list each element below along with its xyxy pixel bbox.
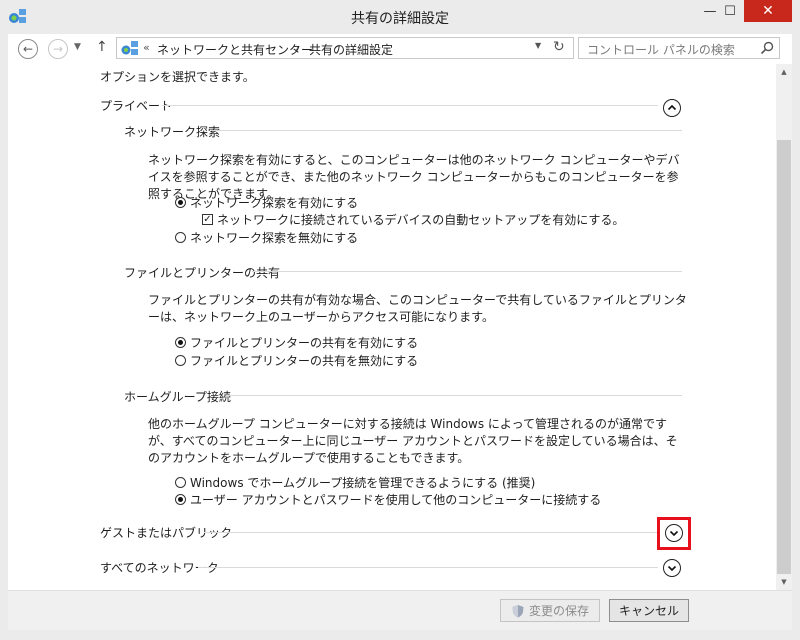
radio-file-sharing-on[interactable]: ファイルとプリンターの共有を有効にする	[175, 334, 418, 351]
radio-selected-icon[interactable]	[175, 337, 186, 348]
uac-shield-icon	[512, 604, 524, 617]
back-button[interactable]: ←	[18, 39, 38, 59]
checkbox-auto-setup[interactable]: ✓ ネットワークに接続されているデバイスの自動セットアップを有効にする。	[202, 211, 624, 228]
chevron-down-icon[interactable]: ▼	[535, 41, 541, 50]
window-frame-left	[0, 34, 8, 632]
radio-homegroup-windows[interactable]: Windows でホームグループ接続を管理できるようにする (推奨)	[175, 474, 535, 491]
file-printer-sharing-title: ファイルとプリンターの共有	[124, 266, 281, 280]
radio-network-discovery-on[interactable]: ネットワーク探索を有効にする	[175, 194, 358, 211]
refresh-icon[interactable]: ↻	[553, 39, 565, 55]
navigation-bar: ← → ▼ ↑ « ネットワークと共有センター › 共有の詳細設定 ▼ ↻ コン…	[8, 34, 792, 64]
radio-label: ネットワーク探索を無効にする	[190, 231, 359, 245]
chevron-up-icon	[667, 104, 677, 111]
scrollbar-thumb[interactable]	[777, 140, 791, 574]
divider	[204, 532, 658, 533]
divider	[226, 395, 682, 396]
expand-all-networks-button[interactable]	[663, 559, 681, 577]
breadcrumb-item-network-center[interactable]: ネットワークと共有センター	[157, 41, 313, 58]
radio-label: ネットワーク探索を有効にする	[190, 196, 359, 210]
chevron-down-icon	[667, 565, 677, 572]
homegroup-title: ホームグループ接続	[124, 390, 231, 404]
cancel-button-label: キャンセル	[618, 604, 679, 618]
chevron-down-icon	[669, 530, 679, 537]
divider	[252, 271, 682, 272]
search-input[interactable]: コントロール パネルの検索	[578, 37, 780, 59]
divider	[162, 105, 658, 106]
breadcrumb-overflow[interactable]: «	[143, 41, 150, 54]
radio-label: ユーザー アカウントとパスワードを使用して他のコンピューターに接続する	[190, 493, 602, 507]
recent-locations-icon[interactable]: ▼	[74, 42, 81, 52]
search-placeholder: コントロール パネルの検索	[587, 43, 735, 57]
radio-label: Windows でホームグループ接続を管理できるようにする (推奨)	[190, 476, 536, 490]
window-frame-bottom	[0, 630, 800, 640]
radio-unselected-icon[interactable]	[175, 477, 186, 488]
scroll-down-arrow-icon[interactable]: ▼	[776, 574, 792, 590]
radio-network-discovery-off[interactable]: ネットワーク探索を無効にする	[175, 229, 358, 246]
radio-selected-icon[interactable]	[175, 494, 186, 505]
maximize-button[interactable]: ☐	[716, 0, 744, 22]
intro-text: オプションを選択できます。	[100, 70, 255, 84]
divider	[212, 130, 682, 131]
save-button-label: 変更の保存	[528, 604, 589, 618]
save-changes-button[interactable]: 変更の保存	[500, 599, 600, 622]
radio-unselected-icon[interactable]	[175, 232, 186, 243]
network-center-icon	[121, 41, 138, 55]
settings-content: オプションを選択できます。 プライベート ネットワーク探索 ネットワーク探索を有…	[8, 64, 776, 590]
radio-label: ファイルとプリンターの共有を有効にする	[190, 336, 419, 350]
collapse-private-button[interactable]	[663, 99, 681, 117]
radio-homegroup-accounts[interactable]: ユーザー アカウントとパスワードを使用して他のコンピューターに接続する	[175, 491, 601, 508]
file-printer-sharing-description: ファイルとプリンターの共有が有効な場合、このコンピューターで共有しているファイル…	[148, 293, 687, 324]
radio-file-sharing-off[interactable]: ファイルとプリンターの共有を無効にする	[175, 352, 418, 369]
homegroup-description: 他のホームグループ コンピューターに対する接続は Windows によって管理さ…	[148, 417, 678, 465]
forward-button[interactable]: →	[48, 39, 68, 59]
close-button[interactable]: ✕	[744, 0, 792, 22]
window-frame-right	[792, 34, 800, 632]
radio-selected-icon[interactable]	[175, 197, 186, 208]
up-button[interactable]: ↑	[96, 39, 108, 55]
breadcrumb-item-advanced-sharing[interactable]: 共有の詳細設定	[309, 41, 393, 58]
checkbox-label: ネットワークに接続されているデバイスの自動セットアップを有効にする。	[217, 213, 625, 227]
checkmark-icon[interactable]: ✓	[202, 214, 213, 225]
expand-guest-public-button[interactable]	[665, 524, 683, 542]
divider	[198, 567, 658, 568]
scroll-up-arrow-icon[interactable]: ▲	[776, 64, 792, 80]
network-discovery-title: ネットワーク探索	[124, 125, 221, 139]
cancel-button[interactable]: キャンセル	[609, 599, 689, 622]
radio-label: ファイルとプリンターの共有を無効にする	[190, 354, 419, 368]
breadcrumb-separator[interactable]: ›	[295, 41, 299, 54]
title-bar: 共有の詳細設定 — ☐ ✕	[0, 0, 800, 34]
footer-bar: 変更の保存 キャンセル	[8, 590, 792, 630]
radio-unselected-icon[interactable]	[175, 355, 186, 366]
address-bar[interactable]: « ネットワークと共有センター › 共有の詳細設定 ▼ ↻	[116, 37, 574, 59]
vertical-scrollbar[interactable]: ▲ ▼	[776, 64, 792, 590]
window-title: 共有の詳細設定	[351, 11, 449, 27]
search-icon[interactable]	[759, 40, 775, 56]
